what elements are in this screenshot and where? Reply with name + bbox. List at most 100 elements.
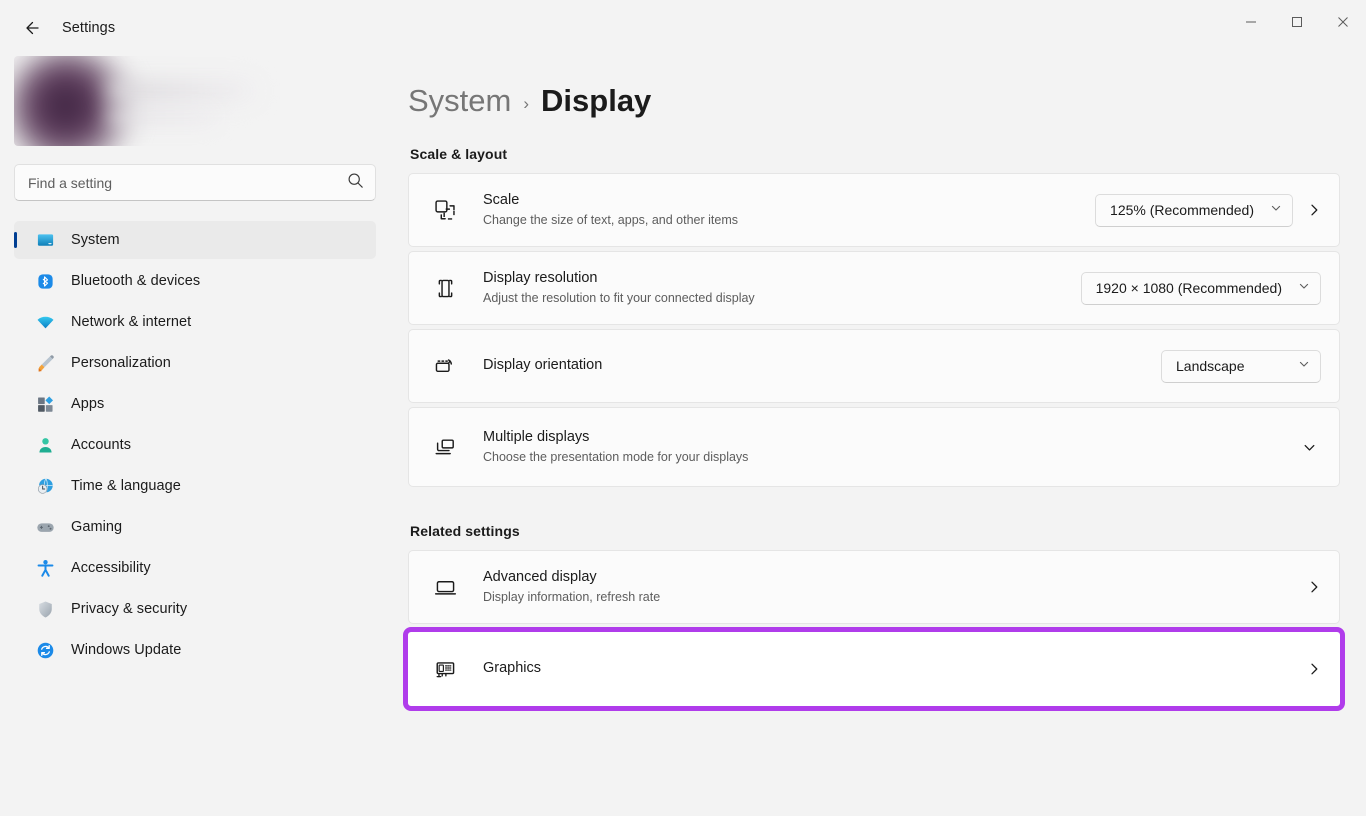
- sidebar-item-label: Windows Update: [71, 642, 181, 658]
- sidebar-item-network-internet[interactable]: Network & internet: [14, 303, 376, 341]
- display-orientation-dropdown-value: Landscape: [1176, 358, 1282, 374]
- setting-controls: [1302, 440, 1321, 455]
- search-input[interactable]: [14, 164, 376, 201]
- minimize-button[interactable]: [1228, 0, 1274, 48]
- chevron-down-icon[interactable]: [1302, 440, 1321, 455]
- bluetooth-icon: [35, 271, 55, 291]
- setting-title: Multiple displays: [483, 428, 1286, 448]
- section-heading-related-settings: Related settings: [410, 523, 1340, 539]
- avatar: [14, 56, 128, 146]
- setting-subtitle: Display information, refresh rate: [483, 588, 1291, 606]
- breadcrumb-separator-icon: ›: [523, 89, 529, 114]
- chevron-down-icon: [1298, 279, 1310, 297]
- sidebar-item-accessibility[interactable]: Accessibility: [14, 549, 376, 587]
- body: System Bluetooth & devices: [0, 56, 1366, 816]
- sidebar-item-accounts[interactable]: Accounts: [14, 426, 376, 464]
- page-title: Display: [541, 83, 651, 119]
- sidebar-item-system[interactable]: System: [14, 221, 376, 259]
- setting-row-graphics[interactable]: Graphics: [408, 632, 1340, 706]
- display-orientation-dropdown[interactable]: Landscape: [1161, 350, 1321, 383]
- breadcrumb-parent-system[interactable]: System: [408, 83, 511, 119]
- chevron-down-icon: [1270, 201, 1282, 219]
- setting-row-scale[interactable]: Scale Change the size of text, apps, and…: [408, 173, 1340, 247]
- window-controls: [1228, 0, 1366, 56]
- sidebar-item-personalization[interactable]: Personalization: [14, 344, 376, 382]
- close-button[interactable]: [1320, 0, 1366, 48]
- sidebar-item-label: System: [71, 232, 120, 248]
- setting-row-display-resolution[interactable]: Display resolution Adjust the resolution…: [408, 251, 1340, 325]
- search-container: [14, 164, 376, 201]
- content-area: System › Display Scale & layout: [390, 56, 1366, 816]
- user-profile-blurred[interactable]: [14, 56, 376, 146]
- arrow-left-icon: [22, 19, 40, 37]
- setting-controls: [1307, 662, 1321, 676]
- setting-subtitle: Change the size of text, apps, and other…: [483, 211, 1079, 229]
- section-heading-scale-layout: Scale & layout: [410, 146, 1340, 162]
- setting-text: Multiple displays Choose the presentatio…: [483, 428, 1286, 467]
- maximize-icon: [1291, 15, 1303, 33]
- sidebar-item-label: Gaming: [71, 519, 122, 535]
- setting-row-display-orientation[interactable]: Display orientation Landscape: [408, 329, 1340, 403]
- app-title: Settings: [62, 20, 115, 36]
- chevron-right-icon[interactable]: [1307, 580, 1321, 594]
- setting-text: Scale Change the size of text, apps, and…: [483, 191, 1079, 230]
- sidebar-item-time-language[interactable]: Time & language: [14, 467, 376, 505]
- breadcrumb: System › Display: [408, 56, 1340, 132]
- back-button[interactable]: [14, 11, 48, 45]
- user-email-redacted: [106, 110, 216, 124]
- sidebar-item-gaming[interactable]: Gaming: [14, 508, 376, 546]
- sidebar-item-label: Network & internet: [71, 314, 191, 330]
- scale-dropdown-value: 125% (Recommended): [1110, 202, 1254, 218]
- accessibility-icon: [35, 558, 55, 578]
- sidebar-item-label: Time & language: [71, 478, 181, 494]
- setting-text: Display orientation: [483, 356, 1145, 376]
- sidebar-item-label: Accessibility: [71, 560, 151, 576]
- sidebar-item-windows-update[interactable]: Windows Update: [14, 631, 376, 669]
- paintbrush-icon: [35, 353, 55, 373]
- gamepad-icon: [35, 517, 55, 537]
- rotate-display-icon: [431, 352, 459, 380]
- display-resolution-dropdown[interactable]: 1920 × 1080 (Recommended): [1081, 272, 1321, 305]
- setting-text: Display resolution Adjust the resolution…: [483, 269, 1065, 308]
- related-settings-cards: Advanced display Display information, re…: [408, 550, 1340, 706]
- apps-grid-icon: [35, 394, 55, 414]
- setting-title: Scale: [483, 191, 1079, 211]
- sidebar-item-privacy-security[interactable]: Privacy & security: [14, 590, 376, 628]
- setting-title: Display orientation: [483, 356, 1145, 376]
- setting-title: Advanced display: [483, 568, 1291, 588]
- setting-controls: 125% (Recommended): [1095, 194, 1321, 227]
- sidebar-item-label: Accounts: [71, 437, 131, 453]
- chevron-right-icon[interactable]: [1307, 662, 1321, 676]
- maximize-button[interactable]: [1274, 0, 1320, 48]
- sidebar: System Bluetooth & devices: [0, 56, 390, 816]
- sidebar-item-bluetooth-devices[interactable]: Bluetooth & devices: [14, 262, 376, 300]
- graphics-card-icon: [431, 655, 459, 683]
- sidebar-item-apps[interactable]: Apps: [14, 385, 376, 423]
- scale-layout-cards: Scale Change the size of text, apps, and…: [408, 173, 1340, 487]
- wifi-icon: [35, 312, 55, 332]
- setting-title: Graphics: [483, 659, 1291, 679]
- setting-text: Advanced display Display information, re…: [483, 568, 1291, 607]
- setting-text: Graphics: [483, 659, 1291, 679]
- titlebar: Settings: [0, 0, 1366, 56]
- sidebar-item-label: Bluetooth & devices: [71, 273, 200, 289]
- sidebar-item-label: Personalization: [71, 355, 171, 371]
- sidebar-item-label: Privacy & security: [71, 601, 187, 617]
- setting-row-advanced-display[interactable]: Advanced display Display information, re…: [408, 550, 1340, 624]
- scale-dropdown[interactable]: 125% (Recommended): [1095, 194, 1293, 227]
- sidebar-item-label: Apps: [71, 396, 104, 412]
- setting-controls: 1920 × 1080 (Recommended): [1081, 272, 1321, 305]
- close-icon: [1337, 15, 1349, 33]
- laptop-display-icon: [431, 573, 459, 601]
- minimize-icon: [1245, 15, 1257, 33]
- setting-row-multiple-displays[interactable]: Multiple displays Choose the presentatio…: [408, 407, 1340, 487]
- display-resolution-dropdown-value: 1920 × 1080 (Recommended): [1096, 280, 1282, 296]
- multiple-displays-icon: [431, 433, 459, 461]
- setting-subtitle: Choose the presentation mode for your di…: [483, 448, 1286, 466]
- sidebar-nav: System Bluetooth & devices: [14, 221, 376, 669]
- shield-icon: [35, 599, 55, 619]
- setting-subtitle: Adjust the resolution to fit your connec…: [483, 289, 1065, 307]
- person-icon: [35, 435, 55, 455]
- chevron-right-icon[interactable]: [1307, 203, 1321, 217]
- setting-controls: Landscape: [1161, 350, 1321, 383]
